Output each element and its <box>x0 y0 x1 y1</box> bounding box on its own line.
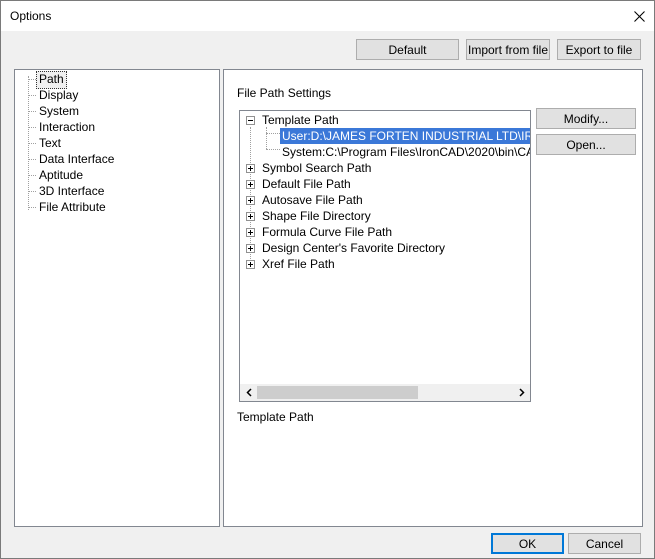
nav-item-aptitude[interactable]: Aptitude <box>37 167 85 183</box>
title-bar: Options <box>1 1 654 31</box>
nav-item-text[interactable]: Text <box>37 135 63 151</box>
nav-item-interaction[interactable]: Interaction <box>37 119 97 135</box>
tree-item-symbol-search-path[interactable]: Symbol Search Path <box>260 160 373 176</box>
tree-item-xref-file-path[interactable]: Xref File Path <box>260 256 337 272</box>
tree-connector <box>28 95 36 96</box>
nav-item-display[interactable]: Display <box>37 87 80 103</box>
tree-connector <box>28 143 36 144</box>
nav-item-3d-interface[interactable]: 3D Interface <box>37 183 106 199</box>
tree-item-autosave-file-path[interactable]: Autosave File Path <box>260 192 365 208</box>
modify-button[interactable]: Modify... <box>536 108 636 129</box>
tree-item-template-path[interactable]: Template Path <box>260 112 341 128</box>
tree-connector <box>266 133 280 134</box>
collapse-icon[interactable] <box>246 116 255 125</box>
expand-icon[interactable] <box>246 164 255 173</box>
horizontal-scrollbar[interactable] <box>240 384 530 401</box>
nav-item-system[interactable]: System <box>37 103 81 119</box>
file-path-tree[interactable]: Template Path User:D:\JAMES FORTEN INDUS… <box>239 110 531 402</box>
export-to-file-button[interactable]: Export to file <box>557 39 641 60</box>
tree-connector <box>28 111 36 112</box>
nav-item-data-interface[interactable]: Data Interface <box>37 151 116 167</box>
options-category-tree[interactable]: Path Display System Interaction Text Dat… <box>14 69 220 527</box>
expand-icon[interactable] <box>246 244 255 253</box>
chevron-left-icon <box>245 388 252 397</box>
tree-connector <box>28 207 36 208</box>
tree-item-shape-file-directory[interactable]: Shape File Directory <box>260 208 373 224</box>
section-title: File Path Settings <box>237 86 332 100</box>
chevron-right-icon <box>518 388 525 397</box>
default-button[interactable]: Default <box>356 39 459 60</box>
expand-icon[interactable] <box>246 212 255 221</box>
tree-item-default-file-path[interactable]: Default File Path <box>260 176 353 192</box>
tree-connector <box>28 79 36 80</box>
cancel-button[interactable]: Cancel <box>568 533 641 554</box>
tree-connector <box>266 127 267 149</box>
scroll-right-button[interactable] <box>513 384 530 401</box>
window-title: Options <box>10 9 52 23</box>
expand-icon[interactable] <box>246 180 255 189</box>
options-dialog: Options Default Import from file Export … <box>0 0 655 559</box>
tree-item-user-template-path[interactable]: User:D:\JAMES FORTEN INDUSTRIAL LTD\IRON… <box>280 128 530 144</box>
scroll-left-button[interactable] <box>240 384 257 401</box>
open-button[interactable]: Open... <box>536 134 636 155</box>
scroll-thumb[interactable] <box>257 386 418 399</box>
tree-connector <box>266 149 280 150</box>
expand-icon[interactable] <box>246 260 255 269</box>
tree-connector <box>28 127 36 128</box>
tree-connector <box>28 159 36 160</box>
expand-icon[interactable] <box>246 196 255 205</box>
ok-button[interactable]: OK <box>491 533 564 554</box>
tree-item-system-template-path[interactable]: System:C:\Program Files\IronCAD\2020\bin… <box>280 144 530 160</box>
import-from-file-button[interactable]: Import from file <box>466 39 550 60</box>
expand-icon[interactable] <box>246 228 255 237</box>
nav-item-file-attribute[interactable]: File Attribute <box>37 199 108 215</box>
tree-connector <box>28 175 36 176</box>
tree-item-formula-curve-file-path[interactable]: Formula Curve File Path <box>260 224 394 240</box>
close-icon <box>633 10 645 22</box>
path-settings-panel: File Path Settings Template Path User:D:… <box>223 69 643 527</box>
close-button[interactable] <box>624 1 654 31</box>
tree-connector <box>28 191 36 192</box>
tree-connector <box>250 127 251 261</box>
tree-item-design-center-favorite-directory[interactable]: Design Center's Favorite Directory <box>260 240 447 256</box>
description-label: Template Path <box>237 410 314 424</box>
